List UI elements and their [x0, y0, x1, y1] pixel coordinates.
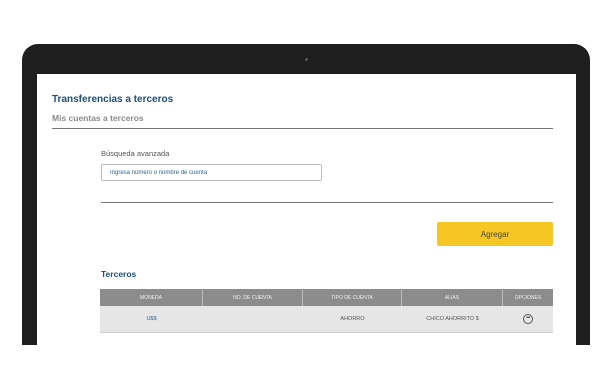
- cell-account-type: AHORRO: [340, 316, 365, 322]
- divider: [101, 202, 553, 203]
- more-options-icon[interactable]: •••: [523, 314, 533, 324]
- table-row: U$$ AHORRO CHICO AHORRITO $ •••: [100, 306, 553, 333]
- column-header-moneda: MONEDA: [100, 289, 203, 306]
- terceros-table: MONEDA NO. DE CUENTA TIPO DE CUENTA ALIA…: [100, 289, 553, 333]
- cell-alias: CHICO AHORRITO $: [426, 316, 479, 322]
- column-header-alias: ALIAS: [402, 289, 503, 306]
- page-bottom-margin: [0, 345, 612, 375]
- app-screen: Transferencias a terceros Mis cuentas a …: [37, 74, 576, 345]
- column-header-tipo-cuenta: TIPO DE CUENTA: [303, 289, 402, 306]
- cell-options: •••: [503, 306, 553, 332]
- cell-currency: U$$: [146, 316, 157, 322]
- camera-icon: [305, 58, 308, 61]
- page-title: Transferencias a terceros: [52, 94, 174, 105]
- section-title: Terceros: [101, 269, 137, 279]
- cell-account-number: [203, 306, 303, 332]
- column-header-opciones: OPCIONES: [514, 294, 542, 301]
- divider: [52, 128, 553, 129]
- page-subtitle: Mis cuentas a terceros: [52, 113, 144, 123]
- column-header-no-cuenta: NO. DE CUENTA: [203, 289, 303, 306]
- search-label: Búsqueda avanzada: [101, 149, 170, 158]
- search-input[interactable]: [101, 164, 322, 181]
- add-button[interactable]: Agregar: [437, 222, 553, 246]
- table-header: MONEDA NO. DE CUENTA TIPO DE CUENTA ALIA…: [100, 289, 553, 306]
